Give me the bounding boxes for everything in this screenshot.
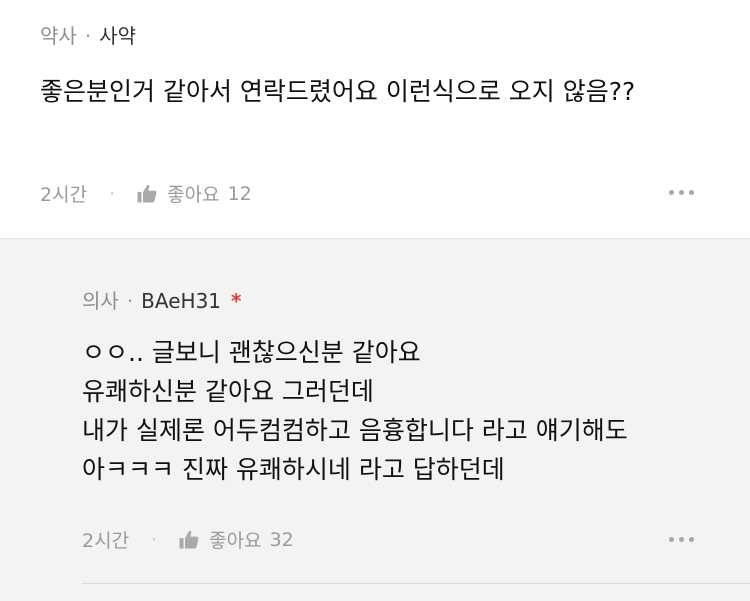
footer-separator: · [151, 528, 158, 551]
reply-text: ㅇㅇ.. 글보니 괜찮으신분 같아요 유쾌하신분 같아요 그러던데 내가 실제론… [82, 333, 712, 489]
reply-meta: 의사 · BAeH31 * [82, 285, 241, 314]
reply-text-line: 내가 실제론 어두컴컴하고 음흉합니다 라고 얘기해도 [82, 416, 628, 445]
reply-text-line: ㅇㅇ.. 글보니 괜찮으신분 같아요 [82, 338, 421, 367]
more-dot [669, 190, 674, 195]
reply: 의사 · BAeH31 * ㅇㅇ.. 글보니 괜찮으신분 같아요 유쾌하신분 같아요 … [0, 238, 750, 601]
meta-separator: · [84, 24, 92, 48]
more-dot [679, 190, 684, 195]
comment-meta: 약사 · 사약 [40, 20, 136, 49]
reply-like-count: 32 [269, 528, 294, 551]
reply-like-label: 좋아요 [209, 530, 262, 552]
reply-footer: 2시간 · 좋아요 32 [82, 526, 294, 553]
footer-separator: · [109, 182, 116, 205]
author-mark: * [231, 289, 242, 313]
reply-author-type: 의사 [82, 289, 119, 313]
divider [82, 583, 750, 584]
more-dot [679, 537, 684, 542]
comment-like-count: 12 [227, 182, 252, 205]
comment-author-name[interactable]: 사약 [99, 24, 136, 48]
more-dot [689, 190, 694, 195]
comment-like-label: 좋아요 [167, 184, 220, 206]
reply-text-line: 유쾌하신분 같아요 그러던데 [82, 377, 374, 406]
comment: 약사 · 사약 좋은분인거 같아서 연락드렸어요 이런식으로 오지 않음?? 2시간… [0, 0, 750, 238]
more-dot [669, 537, 674, 542]
reply-like-button[interactable]: 좋아요 32 [179, 526, 294, 553]
comment-more-icon[interactable] [669, 190, 694, 195]
comment-footer: 2시간 · 좋아요 12 [40, 180, 252, 207]
meta-separator: · [126, 289, 134, 313]
comment-author-type: 약사 [40, 24, 77, 48]
comment-time: 2시간 [40, 184, 88, 206]
comment-like-button[interactable]: 좋아요 12 [137, 180, 252, 207]
thumbs-up-icon [179, 530, 199, 549]
comment-text: 좋은분인거 같아서 연락드렸어요 이런식으로 오지 않음?? [40, 77, 636, 106]
reply-text-line: 아ㅋㅋㅋ 진짜 유쾌하시네 라고 답하던데 [82, 455, 505, 484]
reply-time: 2시간 [82, 530, 130, 552]
reply-more-icon[interactable] [669, 537, 694, 542]
thumbs-up-icon [137, 184, 157, 203]
reply-author-name[interactable]: BAeH31 [141, 289, 221, 313]
more-dot [689, 537, 694, 542]
